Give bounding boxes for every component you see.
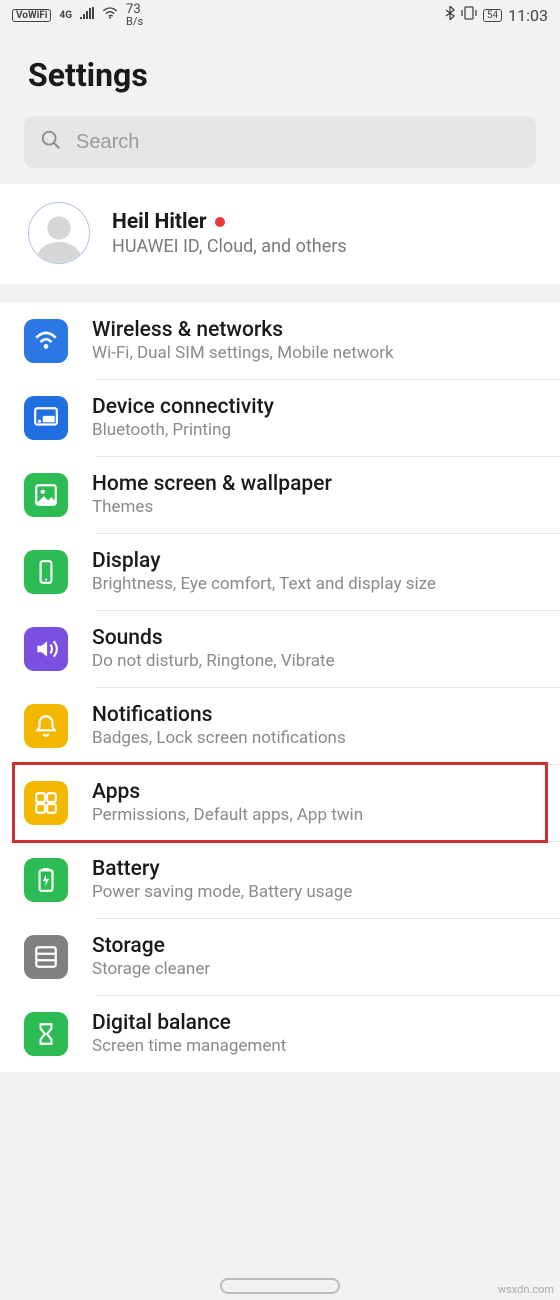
item-subtitle: Badges, Lock screen notifications	[92, 728, 540, 748]
cast-icon	[24, 396, 68, 440]
clock: 11:03	[508, 6, 548, 25]
section-divider	[0, 284, 560, 302]
account-name: Heil Hitler	[112, 210, 207, 234]
sound-icon	[24, 627, 68, 671]
settings-item-notifications[interactable]: Notifications Badges, Lock screen notifi…	[0, 687, 560, 764]
settings-list: Wireless & networks Wi-Fi, Dual SIM sett…	[0, 302, 560, 1072]
search-box[interactable]	[24, 116, 536, 168]
item-subtitle: Power saving mode, Battery usage	[92, 882, 540, 902]
hourglass-icon	[24, 1012, 68, 1056]
phone-icon	[24, 550, 68, 594]
status-left: VoWiFi 4G 73B/s	[12, 3, 143, 27]
item-subtitle: Brightness, Eye comfort, Text and displa…	[92, 574, 540, 594]
battery-indicator: 54	[483, 9, 502, 22]
settings-item-storage[interactable]: Storage Storage cleaner	[0, 918, 560, 995]
page-title: Settings	[28, 56, 532, 94]
settings-item-display[interactable]: Display Brightness, Eye comfort, Text an…	[0, 533, 560, 610]
item-text: Storage Storage cleaner	[92, 934, 540, 979]
account-subtitle: HUAWEI ID, Cloud, and others	[112, 236, 347, 257]
item-subtitle: Bluetooth, Printing	[92, 420, 540, 440]
item-title: Wireless & networks	[92, 318, 540, 342]
item-title: Apps	[92, 780, 540, 804]
bluetooth-icon	[445, 6, 455, 24]
settings-item-home-screen-wallpaper[interactable]: Home screen & wallpaper Themes	[0, 456, 560, 533]
status-right: 54 11:03	[445, 6, 548, 25]
item-text: Wireless & networks Wi-Fi, Dual SIM sett…	[92, 318, 540, 363]
item-title: Sounds	[92, 626, 540, 650]
account-text: Heil Hitler HUAWEI ID, Cloud, and others	[112, 210, 347, 257]
item-text: Sounds Do not disturb, Ringtone, Vibrate	[92, 626, 540, 671]
item-text: Notifications Badges, Lock screen notifi…	[92, 703, 540, 748]
settings-item-apps[interactable]: Apps Permissions, Default apps, App twin	[0, 764, 560, 841]
item-subtitle: Permissions, Default apps, App twin	[92, 805, 540, 825]
item-title: Battery	[92, 857, 540, 881]
settings-item-device-connectivity[interactable]: Device connectivity Bluetooth, Printing	[0, 379, 560, 456]
settings-item-digital-balance[interactable]: Digital balance Screen time management	[0, 995, 560, 1072]
watermark: wsxdn.com	[498, 1283, 554, 1296]
account-row[interactable]: Heil Hitler HUAWEI ID, Cloud, and others	[0, 184, 560, 284]
nav-handle[interactable]	[220, 1278, 340, 1294]
bell-icon	[24, 704, 68, 748]
signal-icon	[80, 7, 94, 23]
search-input[interactable]	[76, 131, 520, 154]
item-text: Display Brightness, Eye comfort, Text an…	[92, 549, 540, 594]
network-icon: 4G	[59, 10, 72, 21]
battery-icon	[24, 858, 68, 902]
wifi-status-icon	[102, 7, 118, 23]
item-title: Notifications	[92, 703, 540, 727]
avatar	[28, 202, 90, 264]
vowifi-badge: VoWiFi	[12, 9, 51, 22]
wifi-icon	[24, 319, 68, 363]
image-icon	[24, 473, 68, 517]
item-subtitle: Screen time management	[92, 1036, 540, 1056]
item-title: Display	[92, 549, 540, 573]
storage-icon	[24, 935, 68, 979]
item-text: Home screen & wallpaper Themes	[92, 472, 540, 517]
item-text: Apps Permissions, Default apps, App twin	[92, 780, 540, 825]
settings-item-battery[interactable]: Battery Power saving mode, Battery usage	[0, 841, 560, 918]
item-title: Device connectivity	[92, 395, 540, 419]
item-text: Digital balance Screen time management	[92, 1011, 540, 1056]
item-subtitle: Do not disturb, Ringtone, Vibrate	[92, 651, 540, 671]
item-title: Home screen & wallpaper	[92, 472, 540, 496]
header: Settings	[0, 30, 560, 116]
item-subtitle: Storage cleaner	[92, 959, 540, 979]
settings-item-sounds[interactable]: Sounds Do not disturb, Ringtone, Vibrate	[0, 610, 560, 687]
search-icon	[40, 129, 62, 155]
item-title: Digital balance	[92, 1011, 540, 1035]
item-subtitle: Themes	[92, 497, 540, 517]
settings-item-wireless-networks[interactable]: Wireless & networks Wi-Fi, Dual SIM sett…	[0, 302, 560, 379]
vibrate-icon	[461, 6, 477, 24]
item-text: Device connectivity Bluetooth, Printing	[92, 395, 540, 440]
notification-dot-icon	[215, 217, 225, 227]
data-speed: 73B/s	[126, 3, 143, 27]
item-subtitle: Wi-Fi, Dual SIM settings, Mobile network	[92, 343, 540, 363]
status-bar: VoWiFi 4G 73B/s 54 11:03	[0, 0, 560, 30]
item-title: Storage	[92, 934, 540, 958]
item-text: Battery Power saving mode, Battery usage	[92, 857, 540, 902]
apps-icon	[24, 781, 68, 825]
